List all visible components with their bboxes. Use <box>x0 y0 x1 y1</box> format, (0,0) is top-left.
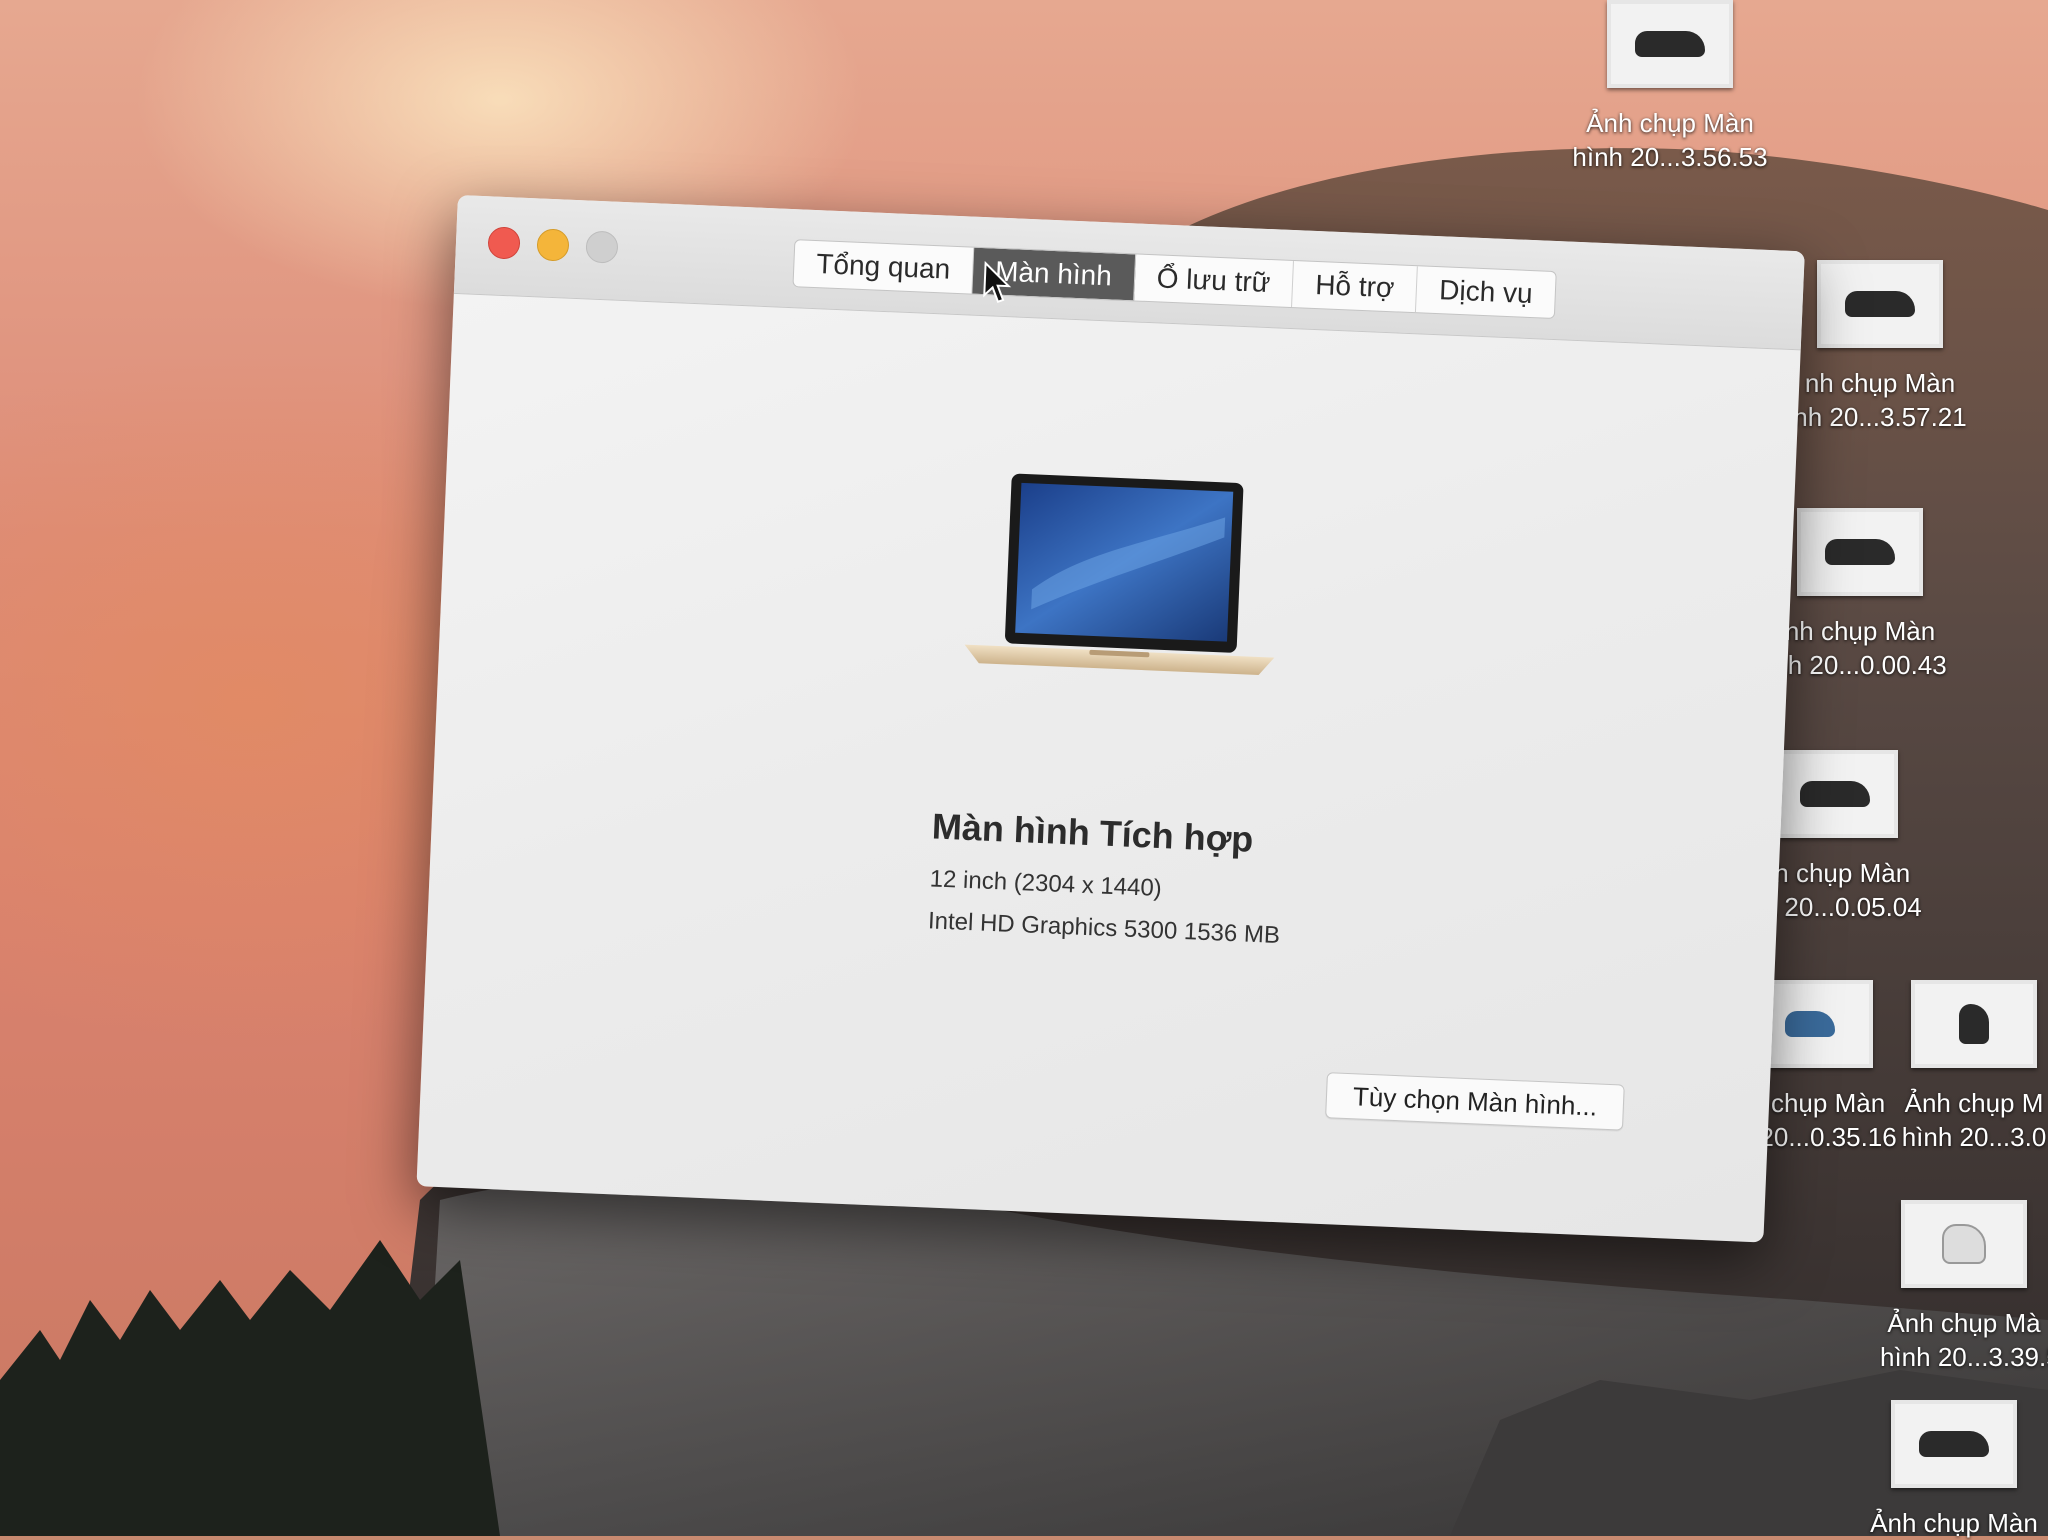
tab-support[interactable]: Hỗ trợ <box>1292 261 1419 313</box>
file-name-line1: Ảnh chụp Màn <box>1870 1508 2038 1538</box>
graphics-card: Intel HD Graphics 5300 1536 MB <box>927 907 1281 950</box>
macbook-illustration-icon <box>964 473 1275 675</box>
screenshot-thumbnail <box>1772 750 1898 838</box>
screenshot-thumbnail <box>1901 1200 2027 1288</box>
about-this-mac-window: Tổng quan Màn hình Ổ lưu trữ Hỗ trợ Dịch… <box>416 195 1805 1243</box>
screenshot-thumbnail <box>1797 508 1923 596</box>
file-name-line1: Ảnh chụp Màn <box>1586 108 1754 138</box>
mouse-pointer-icon <box>983 261 1012 303</box>
tab-storage[interactable]: Ổ lưu trữ <box>1133 254 1295 308</box>
file-name-line1: nh chụp Màn <box>1804 368 1956 398</box>
zoom-window-button <box>585 230 619 264</box>
file-name-line1: Ảnh chụp Mà <box>1887 1308 2041 1338</box>
desktop-file-icon[interactable]: Ảnh chụp M hình 20...3.0 <box>1900 980 2048 1154</box>
desktop-file-icon[interactable]: Ảnh chụp Màn hình 20...3.56.53 <box>1560 0 1780 174</box>
file-name-line1: Ảnh chụp M <box>1904 1088 2044 1118</box>
minimize-window-button[interactable] <box>536 228 570 262</box>
file-name-line2: hình 20...3.39.5 <box>1880 1342 2048 1372</box>
screenshot-thumbnail <box>1891 1400 2017 1488</box>
display-info: Màn hình Tích hợp 12 inch (2304 x 1440) … <box>927 805 1285 964</box>
desktop-file-icon[interactable]: Ảnh chụp Mà hình 20...3.39.5 <box>1880 1200 2048 1374</box>
desktop-file-icon[interactable]: Ảnh chụp Màn <box>1860 1400 2048 1540</box>
display-preferences-button[interactable]: Tùy chọn Màn hình... <box>1325 1072 1626 1131</box>
file-name-line2: nh 20...3.57.21 <box>1793 402 1967 432</box>
tab-bar: Tổng quan Màn hình Ổ lưu trữ Hỗ trợ Dịch… <box>792 239 1557 320</box>
screenshot-thumbnail <box>1607 0 1733 88</box>
file-name-line2: hình 20...3.56.53 <box>1572 142 1768 172</box>
tab-overview[interactable]: Tổng quan <box>793 240 975 294</box>
display-size: 12 inch (2304 x 1440) <box>929 865 1163 903</box>
screenshot-thumbnail <box>1817 260 1943 348</box>
tab-service[interactable]: Dịch vụ <box>1416 266 1555 318</box>
close-window-button[interactable] <box>487 226 521 260</box>
screenshot-thumbnail <box>1911 980 2037 1068</box>
file-name-line2: hình 20...3.0 <box>1901 1122 2047 1152</box>
display-name: Màn hình Tích hợp <box>931 805 1255 860</box>
